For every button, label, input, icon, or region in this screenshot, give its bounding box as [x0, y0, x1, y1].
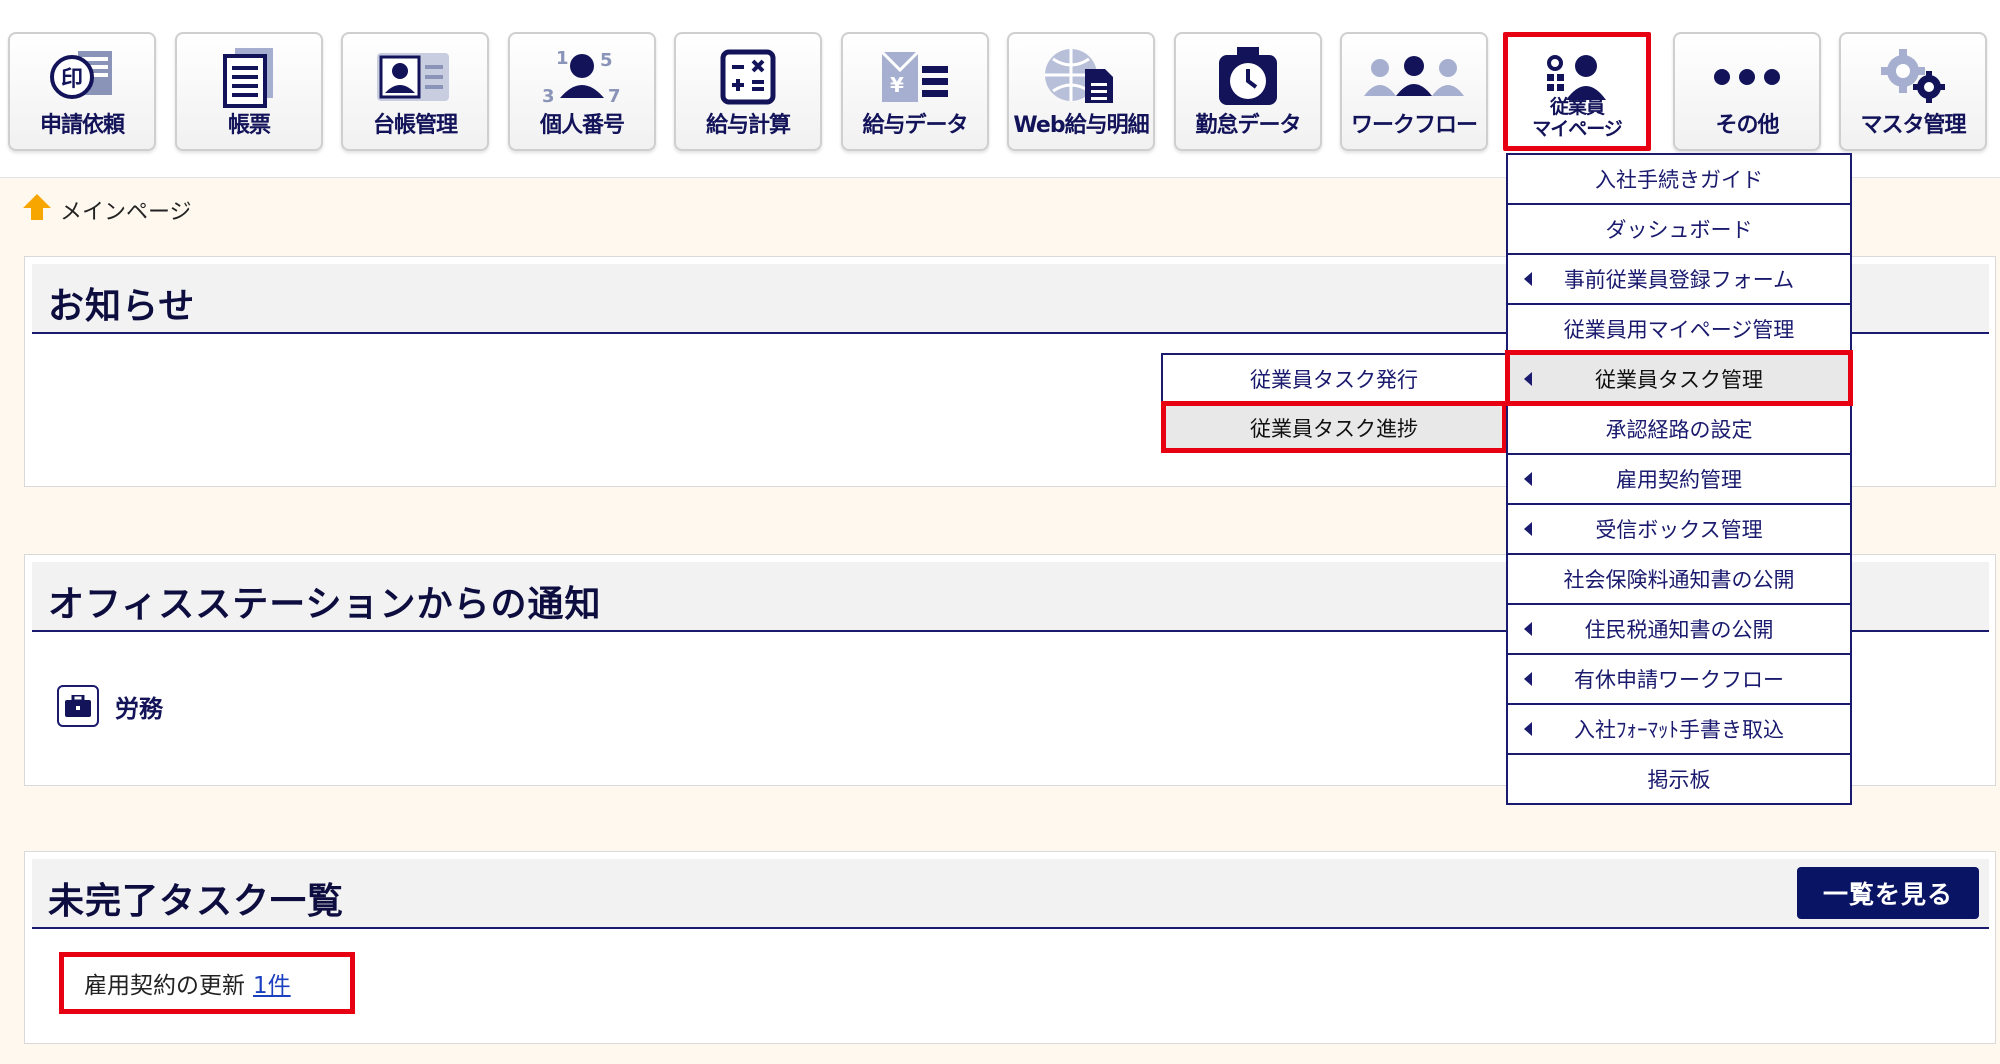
svg-text:3: 3 — [542, 86, 555, 107]
svg-text:7: 7 — [608, 86, 621, 107]
menu-item-paid-leave-workflow[interactable]: 有休申請ワークフロー — [1508, 653, 1850, 703]
svg-text:5: 5 — [600, 50, 613, 71]
personal-number-icon: 1 5 3 7 — [510, 46, 654, 108]
menu-item-label: 従業員用マイページ管理 — [1563, 318, 1795, 342]
menu-item-label: 受信ボックス管理 — [1595, 518, 1763, 542]
menu-item-pre-registration-form[interactable]: 事前従業員登録フォーム — [1508, 253, 1850, 303]
labor-row[interactable]: 労務 — [57, 685, 163, 727]
menu-item-label: 住民税通知書の公開 — [1584, 618, 1774, 642]
submenu-item-label: 従業員タスク発行 — [1250, 368, 1418, 392]
notice-title: お知らせ — [48, 286, 196, 327]
submenu-item-task-issue[interactable]: 従業員タスク発行 — [1163, 355, 1505, 403]
task-label: 雇用契約の更新 — [84, 973, 245, 999]
toolbar-button-web-payslip[interactable]: Web給与明細 — [1007, 32, 1155, 151]
workflow-people-icon — [1342, 46, 1486, 108]
submenu-arrow-icon — [1524, 672, 1532, 686]
toolbar-button-forms[interactable]: 帳票 — [175, 32, 323, 151]
menu-item-label: 事前従業員登録フォーム — [1563, 268, 1795, 292]
task-count-link[interactable]: 1件 — [253, 966, 291, 1000]
toolbar-button-payroll-calc[interactable]: 給与計算 — [674, 32, 822, 151]
menu-item-label: 従業員タスク管理 — [1595, 368, 1763, 392]
menu-item-inbox-management[interactable]: 受信ボックス管理 — [1508, 503, 1850, 553]
pending-tasks-title: 未完了タスク一覧 — [48, 881, 345, 922]
task-item: 雇用契約の更新 1件 — [59, 952, 355, 1014]
menu-item-bulletin-board[interactable]: 掲示板 — [1508, 753, 1850, 803]
menu-item-task-management[interactable]: 従業員タスク管理 — [1505, 350, 1853, 406]
toolbar-button-attendance[interactable]: 勤怠データ — [1174, 32, 1322, 151]
menu-item-label: 掲示板 — [1647, 768, 1711, 792]
menu-item-label: 有休申請ワークフロー — [1574, 668, 1784, 692]
menu-item-employment-contract[interactable]: 雇用契約管理 — [1508, 453, 1850, 503]
more-dots-icon — [1675, 46, 1819, 108]
submenu-arrow-icon — [1524, 722, 1532, 736]
stamp-request-icon: 印 — [10, 46, 154, 108]
office-station-title: オフィスステーションからの通知 — [48, 584, 602, 625]
view-all-button[interactable]: 一覧を見る — [1797, 867, 1979, 919]
toolbar-button-salary-data[interactable]: ¥ 給与データ — [841, 32, 989, 151]
submenu-arrow-icon — [1524, 622, 1532, 636]
toolbar-button-others[interactable]: その他 — [1673, 32, 1821, 151]
menu-item-mypage-management[interactable]: 従業員用マイページ管理 — [1508, 303, 1850, 353]
menu-item-dashboard[interactable]: ダッシュボード — [1508, 203, 1850, 253]
task-management-submenu: 従業員タスク発行 従業員タスク進捗 — [1161, 353, 1507, 453]
menu-item-label: ダッシュボード — [1605, 218, 1753, 242]
toolbar-button-workflow[interactable]: ワークフロー — [1340, 32, 1488, 151]
menu-item-handwritten-import[interactable]: 入社ﾌｫｰﾏｯﾄ手書き取込 — [1508, 703, 1850, 753]
document-list-icon — [177, 46, 321, 108]
employee-mypage-dropdown: 入社手続きガイド ダッシュボード 事前従業員登録フォーム 従業員用マイページ管理… — [1505, 153, 1853, 805]
toolbar-button-personal-number[interactable]: 1 5 3 7 個人番号 — [508, 32, 656, 151]
menu-item-label: 承認経路の設定 — [1605, 418, 1753, 442]
gears-icon — [1841, 46, 1985, 108]
web-payslip-icon — [1009, 46, 1153, 108]
toolbar-button-master[interactable]: マスタ管理 — [1839, 32, 1987, 151]
submenu-arrow-icon — [1524, 522, 1532, 536]
menu-item-approval-route[interactable]: 承認経路の設定 — [1508, 403, 1850, 453]
toolbar-label-line2: マイページ — [1532, 118, 1623, 140]
menu-item-social-insurance-notice[interactable]: 社会保険料通知書の公開 — [1508, 553, 1850, 603]
submenu-arrow-icon — [1524, 272, 1532, 286]
breadcrumb: メインページ — [22, 192, 192, 228]
clock-icon — [1176, 46, 1320, 108]
toolbar-button-application-request[interactable]: 印 申請依頼 — [8, 32, 156, 151]
breadcrumb-label[interactable]: メインページ — [60, 194, 192, 226]
home-icon[interactable] — [22, 192, 52, 228]
menu-item-label: 雇用契約管理 — [1616, 468, 1742, 492]
ledger-card-icon — [343, 46, 487, 108]
toolbar-button-employee-mypage[interactable]: 従業員 マイページ — [1503, 32, 1651, 151]
pending-tasks-panel: 未完了タスク一覧 一覧を見る 雇用契約の更新 1件 — [24, 851, 1996, 1044]
pending-tasks-panel-header: 未完了タスク一覧 一覧を見る — [32, 859, 1989, 929]
submenu-arrow-icon — [1524, 372, 1532, 386]
svg-text:印: 印 — [61, 67, 83, 92]
main-toolbar: 印 申請依頼 帳票 台帳管理 1 5 3 7 個人番号 給与計算 ¥ 給与データ… — [0, 0, 2000, 178]
toolbar-label-line1: 従業員 — [1549, 96, 1605, 118]
salary-data-icon: ¥ — [843, 46, 987, 108]
svg-text:1: 1 — [556, 48, 569, 69]
labor-label: 労務 — [115, 694, 163, 723]
submenu-item-task-progress[interactable]: 従業員タスク進捗 — [1161, 401, 1507, 453]
briefcase-icon — [57, 685, 99, 727]
menu-item-resident-tax-notice[interactable]: 住民税通知書の公開 — [1508, 603, 1850, 653]
calculator-icon — [676, 46, 820, 108]
menu-item-label: 入社ﾌｫｰﾏｯﾄ手書き取込 — [1574, 718, 1784, 742]
submenu-item-label: 従業員タスク進捗 — [1250, 417, 1418, 441]
toolbar-button-ledger[interactable]: 台帳管理 — [341, 32, 489, 151]
menu-item-label: 入社手続きガイド — [1595, 168, 1763, 192]
menu-item-label: 社会保険料通知書の公開 — [1563, 568, 1795, 592]
submenu-arrow-icon — [1524, 472, 1532, 486]
menu-item-onboarding-guide[interactable]: 入社手続きガイド — [1508, 153, 1850, 203]
svg-text:¥: ¥ — [890, 73, 904, 97]
